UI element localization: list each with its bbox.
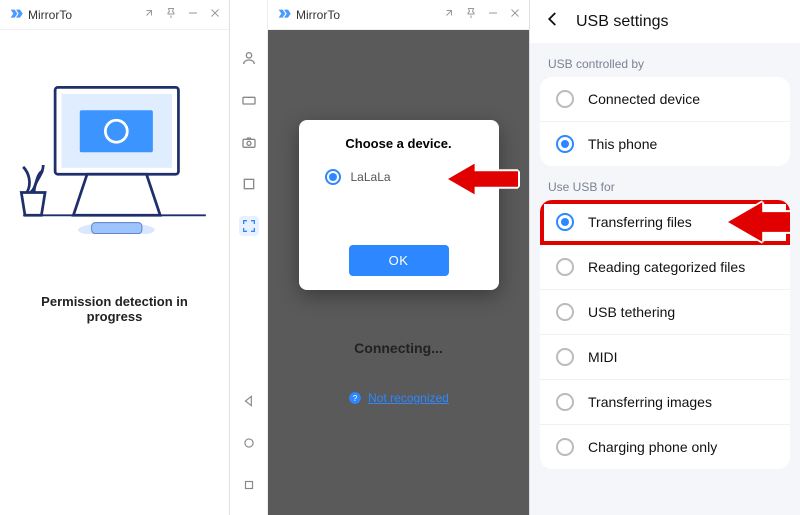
controlled-card: Connected device This phone <box>540 77 790 166</box>
connecting-text: Connecting... <box>354 340 443 356</box>
settings-header: USB settings <box>530 0 800 43</box>
red-arrow-icon <box>448 160 518 198</box>
close-icon[interactable] <box>209 6 221 24</box>
window-controls <box>143 6 221 24</box>
dialog-title: Choose a device. <box>315 136 483 151</box>
red-arrow-icon <box>728 200 790 245</box>
radio-icon <box>556 303 574 321</box>
option-reading-categorized[interactable]: Reading categorized files <box>540 245 790 290</box>
camera-icon[interactable] <box>239 132 259 152</box>
option-transferring-images[interactable]: Transferring images <box>540 380 790 425</box>
option-label: Charging phone only <box>588 439 717 455</box>
option-label: Transferring files <box>588 214 692 230</box>
home-circle-icon[interactable] <box>239 433 259 453</box>
status-text: Permission detection in progress <box>14 294 215 324</box>
sidebar <box>230 0 268 515</box>
brand-text: MirrorTo <box>28 8 72 22</box>
minimize-icon[interactable] <box>187 6 199 24</box>
option-label: Connected device <box>588 91 700 107</box>
section-controlled-label: USB controlled by <box>530 43 800 77</box>
brand-text: MirrorTo <box>296 8 340 22</box>
option-this-phone[interactable]: This phone <box>540 122 790 166</box>
titlebar: MirrorTo <box>0 0 229 30</box>
export-icon[interactable] <box>443 6 455 24</box>
option-transferring-files[interactable]: Transferring files <box>540 200 790 245</box>
keyboard-icon[interactable] <box>239 90 259 110</box>
brand: MirrorTo <box>8 7 143 23</box>
back-triangle-icon[interactable] <box>239 391 259 411</box>
radio-icon <box>556 258 574 276</box>
ok-button[interactable]: OK <box>349 245 449 276</box>
mirrorto-window-connect: MirrorTo Connecting... ? Not recognized … <box>230 0 530 515</box>
page-title: USB settings <box>576 13 668 31</box>
user-icon[interactable] <box>239 48 259 68</box>
option-label: Reading categorized files <box>588 259 745 275</box>
section-usefor-label: Use USB for <box>530 166 800 200</box>
option-midi[interactable]: MIDI <box>540 335 790 380</box>
svg-text:?: ? <box>353 394 358 403</box>
window-controls <box>443 6 521 24</box>
expand-box-icon[interactable] <box>239 174 259 194</box>
export-icon[interactable] <box>143 6 155 24</box>
option-usb-tethering[interactable]: USB tethering <box>540 290 790 335</box>
pin-icon[interactable] <box>465 6 477 24</box>
option-label: This phone <box>588 136 657 152</box>
option-charging-only[interactable]: Charging phone only <box>540 425 790 469</box>
radio-icon <box>556 438 574 456</box>
illustration-computer-phone <box>14 60 215 239</box>
brand-icon <box>276 7 292 23</box>
recent-square-icon[interactable] <box>239 475 259 495</box>
radio-selected-icon <box>556 135 574 153</box>
radio-icon <box>556 393 574 411</box>
usefor-card: Transferring files Reading categorized f… <box>540 200 790 469</box>
device-name: LaLaLa <box>351 170 391 184</box>
brand: MirrorTo <box>276 7 443 23</box>
option-label: USB tethering <box>588 304 675 320</box>
fullscreen-icon[interactable] <box>239 216 259 236</box>
radio-selected-icon <box>325 169 341 185</box>
android-usb-settings: USB settings USB controlled by Connected… <box>530 0 800 515</box>
not-recognized-link[interactable]: ? Not recognized <box>348 391 449 405</box>
back-icon[interactable] <box>544 10 562 33</box>
radio-icon <box>556 348 574 366</box>
mirrorto-window-permission: MirrorTo <box>0 0 230 515</box>
pin-icon[interactable] <box>165 6 177 24</box>
titlebar: MirrorTo <box>268 0 529 30</box>
option-connected-device[interactable]: Connected device <box>540 77 790 122</box>
minimize-icon[interactable] <box>487 6 499 24</box>
option-label: MIDI <box>588 349 618 365</box>
close-icon[interactable] <box>509 6 521 24</box>
brand-icon <box>8 7 24 23</box>
option-label: Transferring images <box>588 394 712 410</box>
help-icon: ? <box>348 391 362 405</box>
radio-selected-icon <box>556 213 574 231</box>
choose-device-dialog: Choose a device. LaLaLa OK <box>299 120 499 290</box>
radio-icon <box>556 90 574 108</box>
